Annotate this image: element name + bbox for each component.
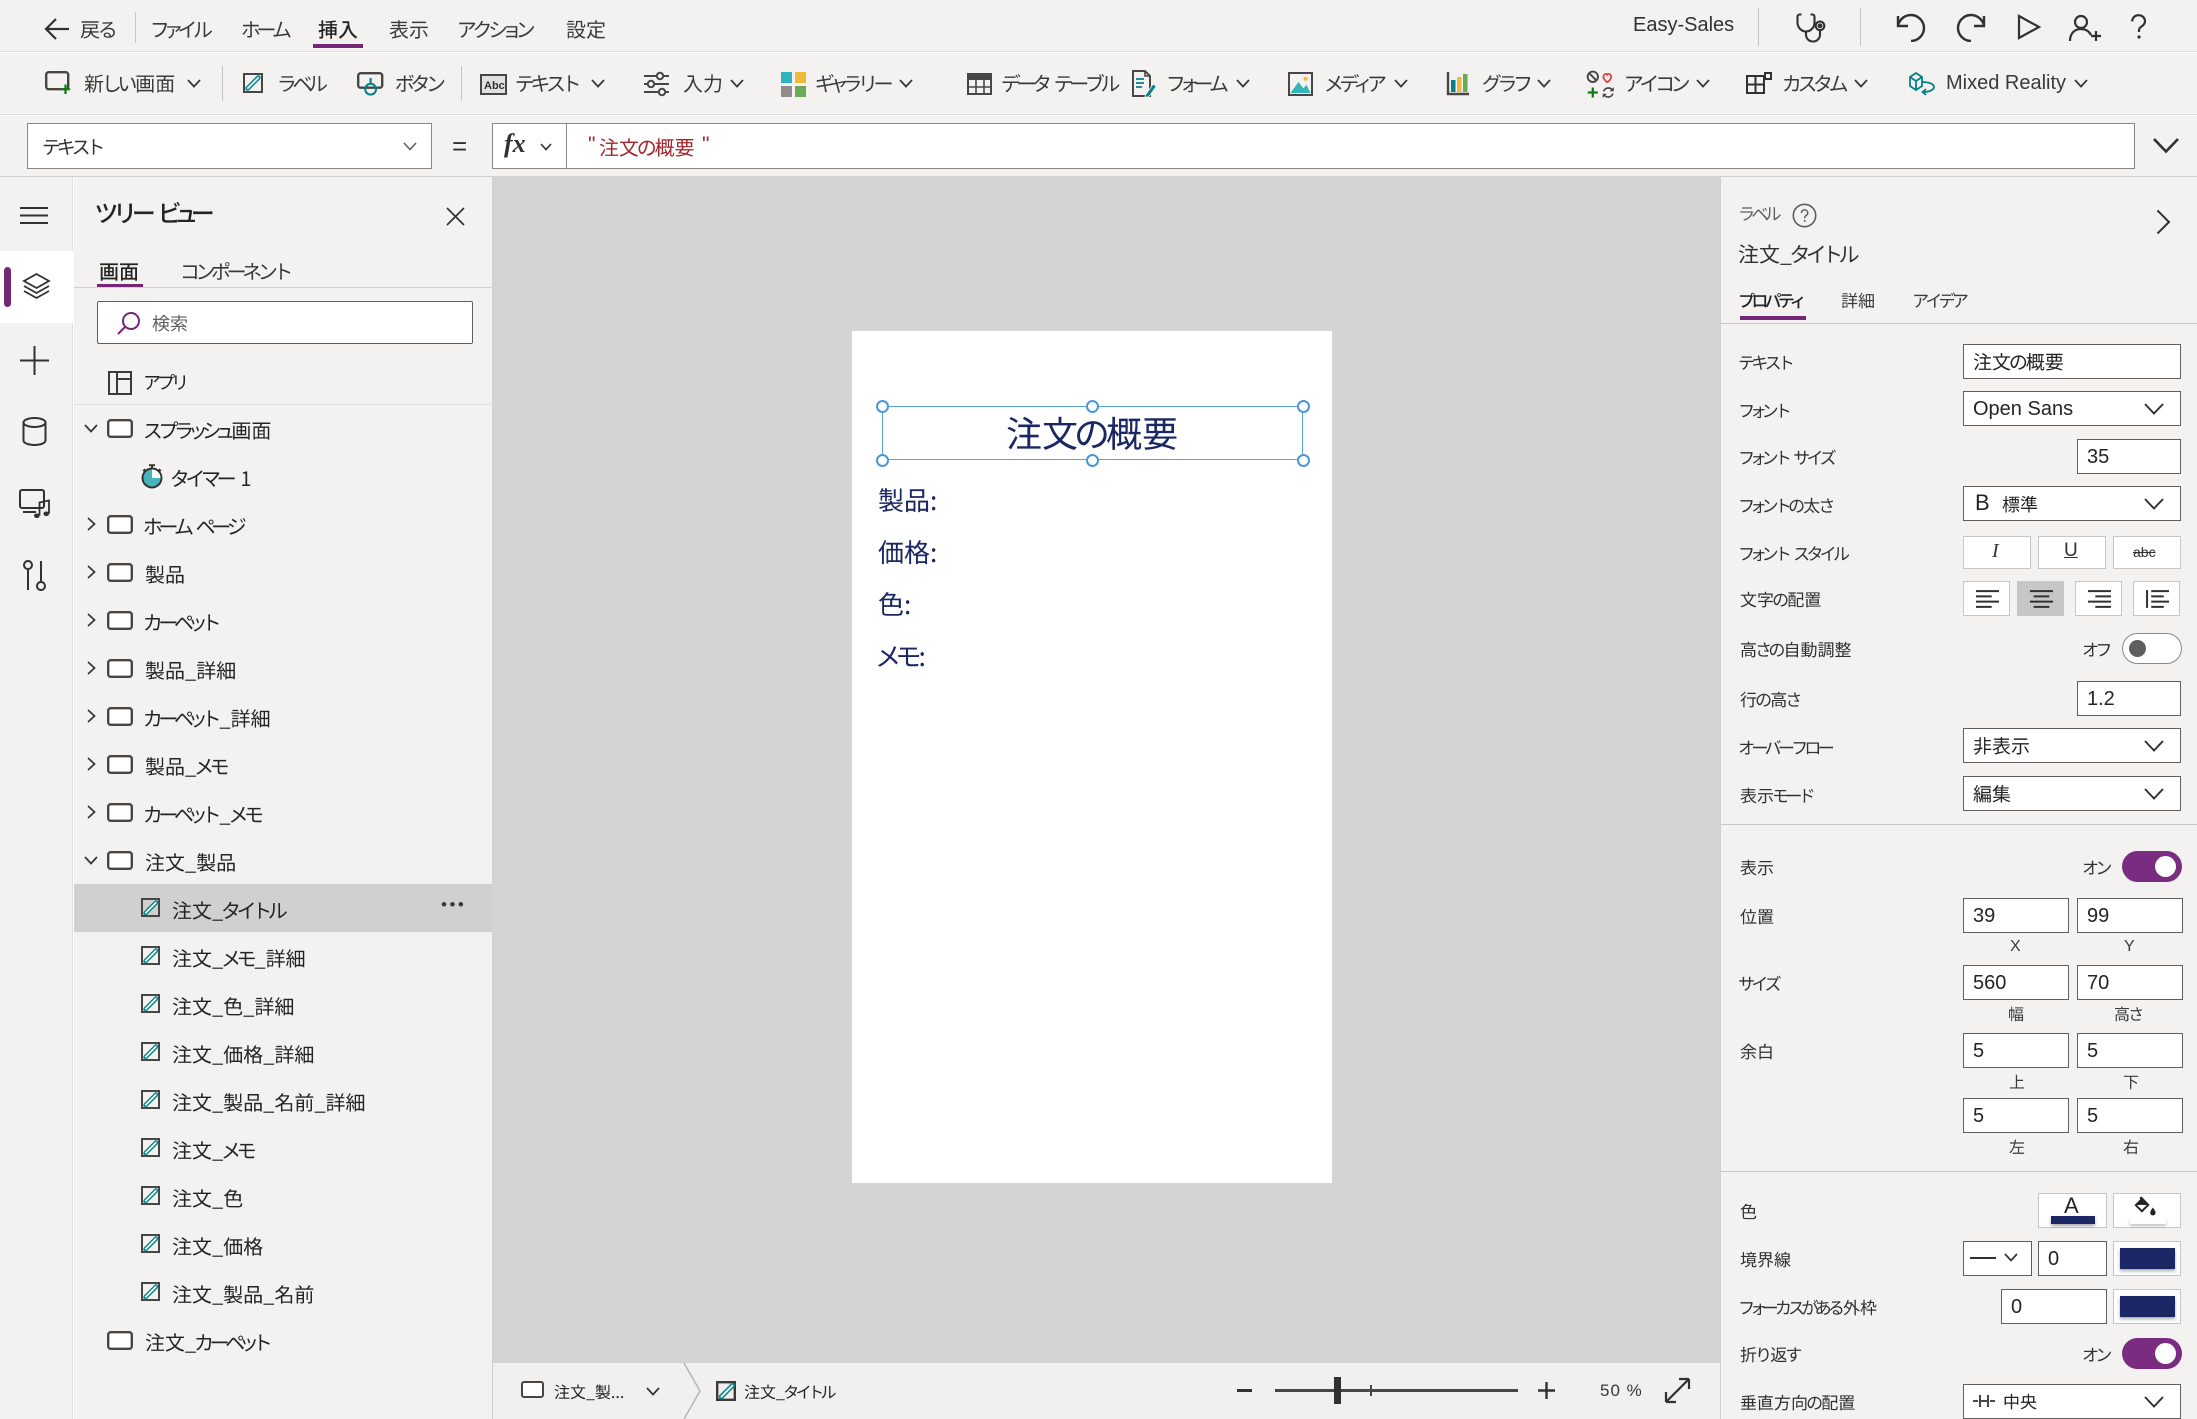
svg-text:Abc: Abc bbox=[484, 80, 505, 92]
